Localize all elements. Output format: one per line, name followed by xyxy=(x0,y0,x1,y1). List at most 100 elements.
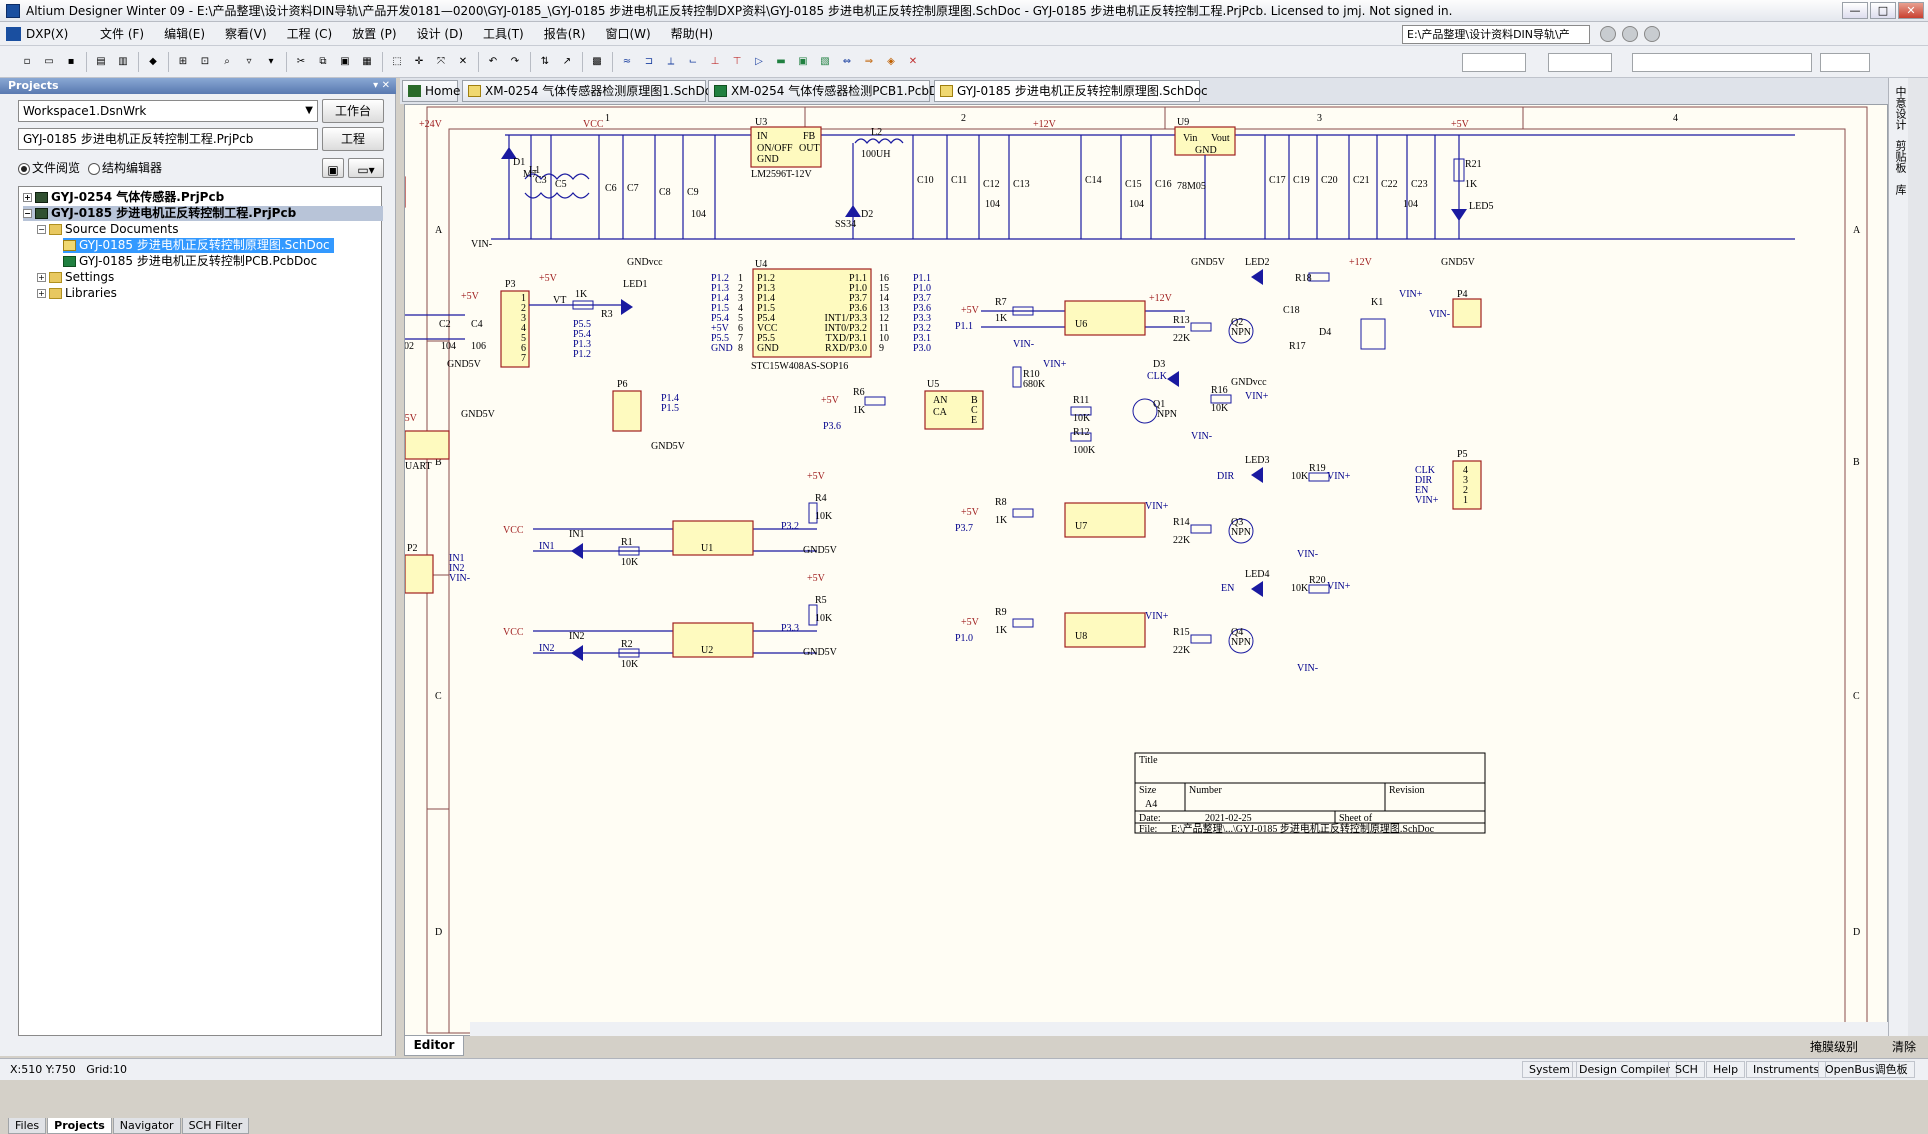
tab-doc-3[interactable]: GYJ-0185 步进电机正反转控制原理图.SchDoc xyxy=(934,80,1208,102)
menu-file[interactable]: 文件 (F) xyxy=(90,25,154,43)
vcc-port-icon[interactable]: ⊤ xyxy=(728,53,746,71)
status-instruments-button[interactable]: Instruments xyxy=(1746,1061,1827,1078)
project-button[interactable]: 工程 xyxy=(322,127,384,151)
rubber-stamp-icon[interactable]: ▦ xyxy=(358,53,376,71)
move-selection-icon[interactable]: ⤧ xyxy=(432,53,450,71)
tree-doc-sch[interactable]: GYJ-0185 步进电机正反转控制原理图.SchDoc xyxy=(63,238,334,253)
maximize-button[interactable]: □ xyxy=(1870,2,1896,19)
minimize-button[interactable]: — xyxy=(1842,2,1868,19)
device-sheet-icon[interactable]: ▧ xyxy=(816,53,834,71)
side-tab-library[interactable]: 库 xyxy=(1892,184,1908,195)
editor-tab[interactable]: Editor xyxy=(404,1036,464,1056)
structure-editor-radio[interactable]: 结构编辑器 xyxy=(86,160,162,176)
side-tab-favorites[interactable]: 中意设计 xyxy=(1892,86,1908,130)
horizontal-scrollbar[interactable] xyxy=(470,1022,1888,1036)
save-icon[interactable]: ▪ xyxy=(62,53,80,71)
redo-icon[interactable]: ↷ xyxy=(506,53,524,71)
menu-window[interactable]: 窗口(W) xyxy=(595,25,660,43)
zoom-area-icon[interactable]: ⊡ xyxy=(196,53,214,71)
deselect-icon[interactable]: ✕ xyxy=(454,53,472,71)
file-view-radio[interactable]: 文件阅览 xyxy=(16,160,80,176)
mask-level-button[interactable]: 掩膜级别 xyxy=(1810,1036,1858,1058)
menu-view[interactable]: 察看(V) xyxy=(215,25,277,43)
cut-icon[interactable]: ✂ xyxy=(292,53,310,71)
forward-icon[interactable] xyxy=(1622,26,1638,42)
menu-reports[interactable]: 报告(R) xyxy=(534,25,596,43)
schematic-canvas[interactable]: .w{stroke:#1a1aa0;stroke-width:1.2;fill:… xyxy=(404,104,1888,1036)
hierarchy-icon[interactable]: ⇅ xyxy=(536,53,554,71)
gnd-port-icon[interactable]: ⊥ xyxy=(706,53,724,71)
no-erc-icon[interactable]: ◈ xyxy=(882,53,900,71)
off-sheet-icon[interactable]: ⇒ xyxy=(860,53,878,71)
net-label-icon[interactable]: ⌙ xyxy=(684,53,702,71)
filter-dropdown-icon[interactable]: ▾ xyxy=(262,53,280,71)
tab-home[interactable]: Home xyxy=(402,80,460,102)
tree-project-1[interactable]: + GYJ-0254 气体传感器.PrjPcb xyxy=(23,190,224,205)
tree-doc-pcb[interactable]: GYJ-0185 步进电机正反转控制PCB.PcbDoc xyxy=(63,254,317,269)
dxp-menu[interactable]: DXP(X) xyxy=(6,25,68,43)
connector-P4[interactable] xyxy=(1452,298,1482,328)
print-preview-icon[interactable]: ▥ xyxy=(114,53,132,71)
menu-project[interactable]: 工程 (C) xyxy=(277,25,343,43)
project-field[interactable]: GYJ-0185 步进电机正反转控制工程.PrjPcb xyxy=(18,128,318,150)
toolbar-combo-1[interactable] xyxy=(1462,53,1526,72)
part-icon[interactable]: ▷ xyxy=(750,53,768,71)
menu-tools[interactable]: 工具(T) xyxy=(473,25,534,43)
cross-probe-icon[interactable]: ↗ xyxy=(558,53,576,71)
open-folder-icon[interactable]: ▭ xyxy=(40,53,58,71)
connector-P6[interactable] xyxy=(612,390,642,432)
toolbar-combo-4[interactable] xyxy=(1820,53,1870,72)
panel-tool-icon[interactable]: ▣ xyxy=(322,158,344,178)
collapse-icon[interactable]: − xyxy=(23,209,32,218)
menu-place[interactable]: 放置 (P) xyxy=(342,25,406,43)
sheet-symbol-icon[interactable]: ▬ xyxy=(772,53,790,71)
browse-library-icon[interactable]: ▩ xyxy=(588,53,606,71)
side-tab-clipboard[interactable]: 剪贴板 xyxy=(1892,140,1908,173)
layers-icon[interactable]: ◆ xyxy=(144,53,162,71)
zoom-selected-icon[interactable]: ⌕ xyxy=(218,53,236,71)
filter-icon[interactable]: ▿ xyxy=(240,53,258,71)
move-icon[interactable]: ✛ xyxy=(410,53,428,71)
expand-icon[interactable]: + xyxy=(37,273,46,282)
menu-edit[interactable]: 编辑(E) xyxy=(154,25,215,43)
tab-doc-1[interactable]: XM-0254 气体传感器检测原理图1.SchDoc xyxy=(462,80,719,102)
workspace-button[interactable]: 工作台 xyxy=(322,99,384,123)
workspace-combo[interactable]: Workspace1.DsnWrk ▼ xyxy=(18,100,318,122)
expand-icon[interactable]: + xyxy=(37,289,46,298)
collapse-icon[interactable]: − xyxy=(37,225,46,234)
zoom-fit-icon[interactable]: ⊞ xyxy=(174,53,192,71)
menu-help[interactable]: 帮助(H) xyxy=(661,25,723,43)
bus-icon[interactable]: ⊐ xyxy=(640,53,658,71)
menu-design[interactable]: 设计 (D) xyxy=(407,25,473,43)
tree-project-2[interactable]: − GYJ-0185 步进电机正反转控制工程.PrjPcb xyxy=(23,206,383,221)
paste-icon[interactable]: ▣ xyxy=(336,53,354,71)
bus-entry-icon[interactable]: ⟂ xyxy=(662,53,680,71)
status-help-button[interactable]: Help xyxy=(1706,1061,1746,1078)
tab-navigator[interactable]: Navigator xyxy=(112,1118,181,1134)
panel-folder-icon[interactable]: ▭▾ xyxy=(348,158,384,178)
tab-projects[interactable]: Projects xyxy=(47,1118,112,1134)
back-icon[interactable] xyxy=(1600,26,1616,42)
status-sch-button[interactable]: SCH xyxy=(1668,1061,1705,1078)
clear-button[interactable]: 清除 xyxy=(1892,1036,1916,1058)
status-openbus-button[interactable]: OpenBus调色板 xyxy=(1818,1061,1915,1078)
tab-sch-filter[interactable]: SCH Filter xyxy=(181,1118,250,1134)
expand-icon[interactable]: + xyxy=(23,193,32,202)
close-button[interactable]: ✕ xyxy=(1898,2,1924,19)
no-erc-x-icon[interactable]: ✕ xyxy=(904,53,922,71)
toolbar-combo-2[interactable] xyxy=(1548,53,1612,72)
tree-settings[interactable]: + Settings xyxy=(37,270,114,285)
status-system-button[interactable]: System xyxy=(1522,1061,1578,1078)
sheet-entry-icon[interactable]: ▣ xyxy=(794,53,812,71)
print-icon[interactable]: ▤ xyxy=(92,53,110,71)
tab-files[interactable]: Files xyxy=(8,1118,47,1134)
undo-icon[interactable]: ↶ xyxy=(484,53,502,71)
panel-controls-icon[interactable]: ▾ ✕ xyxy=(373,78,390,94)
status-design-compiler-button[interactable]: Design Compiler xyxy=(1572,1061,1677,1078)
wire-icon[interactable]: ≈ xyxy=(618,53,636,71)
toolbar-combo-3[interactable] xyxy=(1632,53,1812,72)
home-nav-icon[interactable] xyxy=(1644,26,1660,42)
tab-doc-2[interactable]: XM-0254 气体传感器检测PCB1.PcbDoc xyxy=(708,80,952,102)
select-area-icon[interactable]: ⬚ xyxy=(388,53,406,71)
path-combo[interactable]: E:\产品整理\设计资料DIN导轨\产 xyxy=(1402,25,1590,44)
